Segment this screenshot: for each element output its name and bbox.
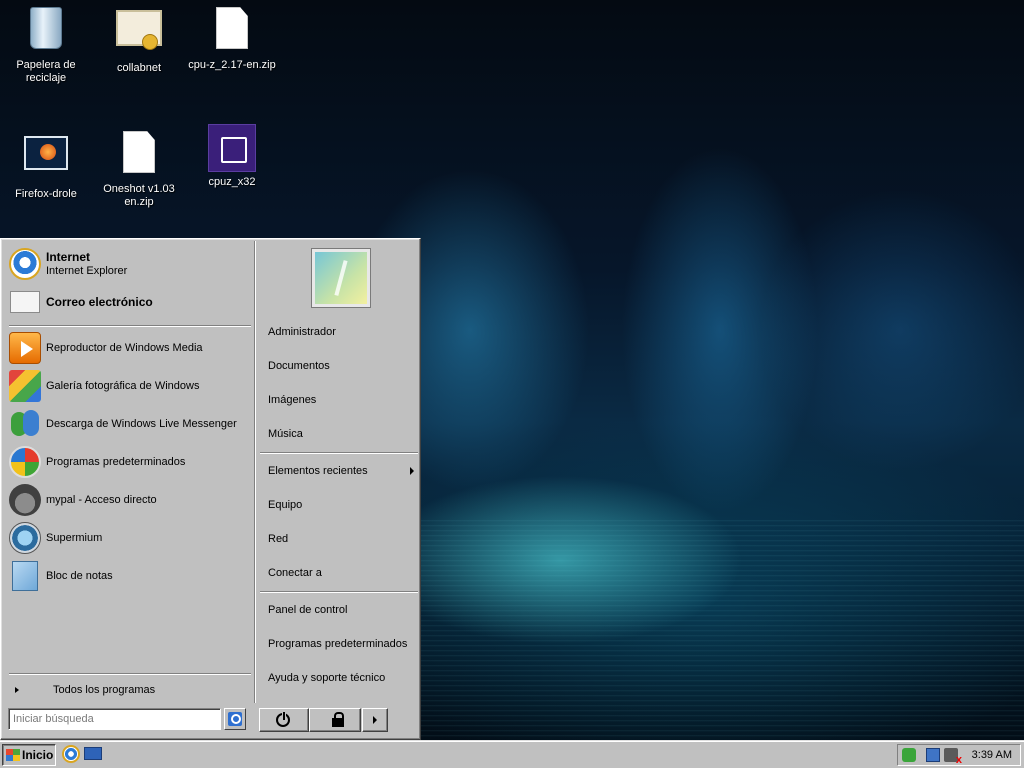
- pinned-item-title: Internet: [46, 249, 91, 264]
- recent-item-label: Reproductor de Windows Media: [46, 341, 203, 354]
- lock-button[interactable]: [309, 708, 361, 732]
- place-imagenes[interactable]: Imágenes: [268, 390, 418, 410]
- recent-item-photo-gallery[interactable]: Galería fotográfica de Windows: [9, 369, 249, 403]
- network-icon[interactable]: [926, 748, 940, 762]
- search-input[interactable]: [8, 708, 221, 730]
- desktop-icon-recycle-bin[interactable]: Papelera de reciclaje: [1, 4, 91, 85]
- desktop-icon-label: cpuz_x32: [208, 176, 256, 188]
- place-panel-de-control[interactable]: Panel de control: [268, 600, 418, 620]
- cpu-chip-icon: [208, 124, 256, 172]
- start-menu-programs-pane: Internet Internet Explorer Correo electr…: [3, 241, 255, 703]
- place-label: Elementos recientes: [268, 465, 368, 477]
- separator: [9, 325, 251, 327]
- volume-muted-icon[interactable]: [944, 748, 962, 766]
- desktop-icon-cpuz-x32[interactable]: cpuz_x32: [187, 124, 277, 189]
- recent-item-label: Programas predeterminados: [46, 455, 186, 468]
- start-menu-bottom-bar: [3, 703, 420, 739]
- desktop-icon-label: Papelera de reciclaje: [16, 59, 76, 84]
- power-button[interactable]: [259, 708, 309, 732]
- clock[interactable]: 3:39 AM: [972, 749, 1012, 761]
- desktop-icon-oneshot-zip[interactable]: Oneshot v1.03 en.zip: [94, 128, 184, 209]
- place-ayuda-y-soporte[interactable]: Ayuda y soporte técnico: [268, 668, 418, 688]
- internet-explorer-icon: [9, 248, 41, 280]
- desktop-icon-label: collabnet: [116, 62, 162, 74]
- expand-arrow-icon: [15, 687, 19, 693]
- lock-icon: [332, 712, 344, 727]
- quicklaunch-internet-explorer-icon[interactable]: [62, 745, 80, 763]
- security-shield-icon[interactable]: [902, 748, 916, 762]
- zip-file-icon: [115, 131, 163, 179]
- desktop-icon-collabnet[interactable]: collabnet: [94, 4, 184, 75]
- desktop-icon-label: Firefox-drole: [15, 188, 77, 200]
- messenger-icon: [9, 408, 41, 440]
- recent-item-mypal[interactable]: mypal - Acceso directo: [9, 483, 249, 517]
- separator: [260, 591, 418, 593]
- place-elementos-recientes[interactable]: Elementos recientes: [268, 461, 418, 481]
- all-programs-button[interactable]: Todos los programas: [9, 679, 249, 701]
- power-icon: [276, 711, 290, 727]
- mypal-icon: [9, 484, 41, 516]
- certificate-icon: [115, 10, 163, 58]
- place-conectar-a[interactable]: Conectar a: [268, 563, 418, 583]
- separator: [260, 452, 418, 454]
- chevron-right-icon: [373, 716, 377, 724]
- pinned-item-title: Correo electrónico: [46, 294, 153, 309]
- place-musica[interactable]: Música: [268, 424, 418, 444]
- recent-item-supermium[interactable]: Supermium: [9, 521, 249, 555]
- all-programs-label: Todos los programas: [53, 684, 156, 696]
- quicklaunch-show-desktop-icon[interactable]: [84, 747, 102, 760]
- system-tray: 3:39 AM: [897, 744, 1021, 766]
- recent-item-label: Galería fotográfica de Windows: [46, 379, 200, 392]
- pinned-item-email[interactable]: Correo electrónico: [9, 285, 249, 319]
- taskbar: Inicio 3:39 AM: [0, 740, 1024, 768]
- notepad-icon: [9, 560, 41, 592]
- recent-item-media-player[interactable]: Reproductor de Windows Media: [9, 331, 249, 365]
- recent-item-label: mypal - Acceso directo: [46, 493, 157, 506]
- place-programas-predeterminados[interactable]: Programas predeterminados: [268, 634, 418, 654]
- place-administrador[interactable]: Administrador: [268, 322, 418, 342]
- place-equipo[interactable]: Equipo: [268, 495, 418, 515]
- place-red[interactable]: Red: [268, 529, 418, 549]
- desktop-icon-cpu-z-zip[interactable]: cpu-z_2.17-en.zip: [187, 4, 277, 72]
- firefox-shortcut-icon: [22, 136, 70, 184]
- recent-item-notepad[interactable]: Bloc de notas: [9, 559, 249, 593]
- photo-gallery-icon: [9, 370, 41, 402]
- start-button[interactable]: Inicio: [2, 744, 56, 766]
- email-icon: [9, 286, 41, 318]
- supermium-icon: [9, 522, 41, 554]
- search-icon: [228, 712, 242, 726]
- search-button[interactable]: [224, 708, 246, 730]
- user-avatar[interactable]: [312, 249, 370, 307]
- recycle-bin-icon: [22, 7, 70, 55]
- start-menu-places-pane: Administrador Documentos Imágenes Música…: [255, 241, 420, 703]
- desktop-icon-label: Oneshot v1.03 en.zip: [103, 183, 175, 208]
- pinned-item-subtitle: Internet Explorer: [46, 264, 128, 277]
- separator: [9, 673, 251, 675]
- windows-logo-icon: [6, 749, 20, 761]
- desktop-icon-label: cpu-z_2.17-en.zip: [188, 59, 276, 71]
- recent-item-label: Descarga de Windows Live Messenger: [46, 417, 237, 430]
- recent-item-messenger[interactable]: Descarga de Windows Live Messenger: [9, 407, 249, 441]
- default-programs-icon: [9, 446, 41, 478]
- start-menu: Internet Internet Explorer Correo electr…: [0, 238, 421, 740]
- start-button-label: Inicio: [22, 748, 54, 762]
- zip-file-icon: [208, 7, 256, 55]
- media-player-icon: [9, 332, 41, 364]
- recent-item-default-programs[interactable]: Programas predeterminados: [9, 445, 249, 479]
- submenu-arrow-icon: [410, 467, 414, 475]
- place-documentos[interactable]: Documentos: [268, 356, 418, 376]
- desktop-icon-firefox-drole[interactable]: Firefox-drole: [1, 128, 91, 201]
- recent-item-label: Supermium: [46, 531, 103, 544]
- recent-item-label: Bloc de notas: [46, 569, 113, 582]
- pinned-item-internet[interactable]: Internet Internet Explorer: [9, 247, 249, 281]
- power-options-button[interactable]: [362, 708, 388, 732]
